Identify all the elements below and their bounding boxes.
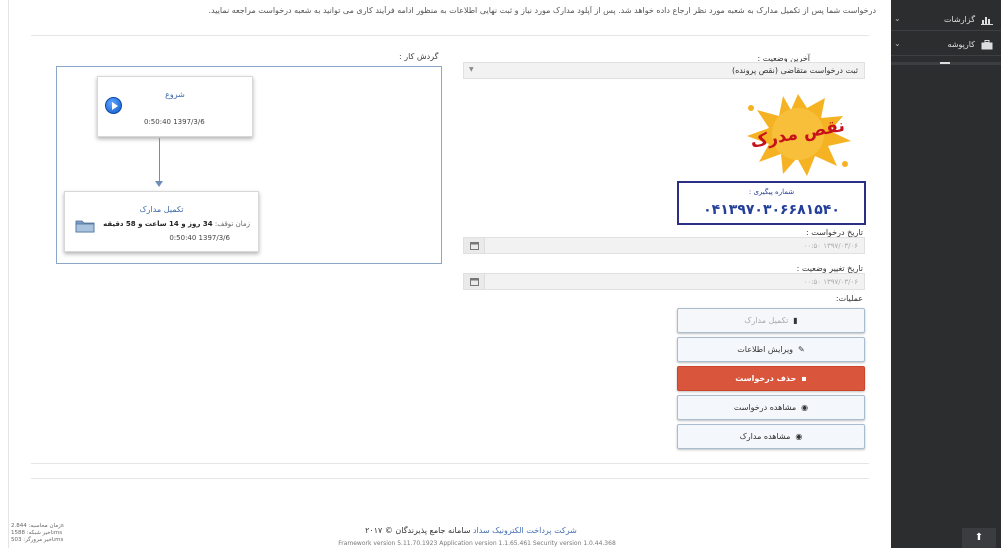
chart-icon [981, 17, 993, 25]
edit-info-button[interactable]: ✎ویرایش اطلاعات [677, 337, 865, 362]
request-date-value: ۰۰:۵۰ ۱۳۹۷/۰۳/۰۶ [803, 242, 858, 250]
calendar-icon[interactable] [464, 238, 485, 253]
sidebar-separator [891, 62, 1001, 65]
eye-icon: ◉ [801, 403, 809, 412]
browser-delay: تاخیر مرورگر: 503ms [11, 537, 64, 543]
book-icon: ▮ [793, 316, 798, 325]
calc-time: زمان محاسبه: 2.844s [11, 523, 64, 529]
request-date-label: تاریخ درخواست : [806, 228, 863, 237]
arrow-up-icon: ⬆ [974, 532, 984, 543]
tracking-box: شماره پیگیری : ۰۴۱۳۹۷۰۳۰۶۶۸۱۵۴۰ [677, 181, 866, 225]
edit-icon: ✎ [798, 345, 805, 354]
operations-label: عملیات: [835, 294, 863, 303]
sidebar-item-reports[interactable]: گزارشات ⌄ [891, 10, 1001, 31]
node-duration: زمان توقف: 34 روز و 14 ساعت و 58 دقیقه [103, 220, 250, 228]
status-select[interactable]: ثبت درخواست متقاضی (نقص پرونده) ▼ [463, 62, 865, 79]
request-date-field[interactable]: ۰۰:۵۰ ۱۳۹۷/۰۳/۰۶ [463, 237, 865, 254]
briefcase-icon [981, 40, 993, 50]
sidebar: گزارشات ⌄ کارپوشه ⌄ [891, 0, 1001, 548]
workflow-title: گردش کار : [399, 52, 439, 61]
divider [31, 478, 869, 479]
trash-icon: ▪ [801, 374, 807, 383]
complete-docs-button[interactable]: ▮تکمیل مدارک [677, 308, 865, 333]
node-date: 0:50:40 1397/3/6 [144, 118, 205, 126]
chevron-down-icon: ▼ [469, 66, 474, 73]
play-icon [105, 97, 122, 114]
status-change-value: ۰۰:۵۰ ۱۳۹۷/۰۳/۰۶ [803, 278, 858, 286]
main-content: درخواست شما پس از تکمیل مدارک به شعبه مو… [8, 0, 891, 548]
workflow-node-start[interactable]: شروع 0:50:40 1397/3/6 [97, 76, 253, 137]
view-request-button[interactable]: ◉مشاهده درخواست [677, 395, 865, 420]
arrow-down-icon [155, 181, 163, 187]
duration-value: 34 روز و 14 ساعت و 58 دقیقه [103, 220, 213, 228]
workflow-node-docs[interactable]: تکمیل مدارک زمان توقف: 34 روز و 14 ساعت … [64, 191, 259, 252]
system-name: سامانه جامع پذیرندگان © ۲۰۱۷ [365, 526, 471, 535]
status-change-label: تاریخ تغییر وضعیت : [796, 264, 863, 273]
flow-connector [159, 138, 160, 183]
chevron-down-icon: ⌄ [894, 14, 901, 23]
node-title: شروع [165, 90, 185, 99]
node-title: تکمیل مدارک [139, 205, 184, 214]
folder-icon [75, 220, 95, 233]
network-delay: تاخیر شبکه: 1588ms [11, 530, 63, 536]
footer-title: شرکت پرداخت الکترونیک سداد سامانه جامع پ… [311, 526, 631, 535]
delete-request-button[interactable]: ▪حذف درخواست [677, 366, 865, 391]
company-link[interactable]: شرکت پرداخت الکترونیک سداد [473, 526, 577, 535]
chevron-down-icon: ⌄ [894, 39, 901, 48]
perf-stats: زمان محاسبه: 2.844s تاخیر شبکه: 1588ms ت… [11, 523, 64, 544]
calendar-icon[interactable] [464, 274, 485, 289]
tracking-label: شماره پیگیری : [748, 188, 795, 196]
sidebar-item-cartable[interactable]: کارپوشه ⌄ [891, 35, 1001, 56]
tracking-number: ۰۴۱۳۹۷۰۳۰۶۶۸۱۵۴۰ [703, 202, 840, 218]
node-date: 0:50:40 1397/3/6 [169, 234, 230, 242]
info-message: درخواست شما پس از تکمیل مدارک به شعبه مو… [208, 6, 877, 15]
divider [31, 35, 869, 36]
scroll-top-button[interactable]: ⬆ [962, 528, 996, 548]
status-change-field[interactable]: ۰۰:۵۰ ۱۳۹۷/۰۳/۰۶ [463, 273, 865, 290]
divider [31, 463, 869, 464]
eye-icon: ◉ [795, 432, 803, 441]
status-value: ثبت درخواست متقاضی (نقص پرونده) [731, 66, 858, 75]
version-info: Framework version 5.11.70.1923 Applicati… [338, 540, 616, 547]
duration-label: زمان توقف: [214, 220, 250, 228]
missing-docs-stamp: نقص مدرک [747, 94, 851, 176]
view-docs-button[interactable]: ◉مشاهده مدارک [677, 424, 865, 449]
workflow-diagram: شروع 0:50:40 1397/3/6 تکمیل مدارک زمان ت… [56, 66, 442, 264]
